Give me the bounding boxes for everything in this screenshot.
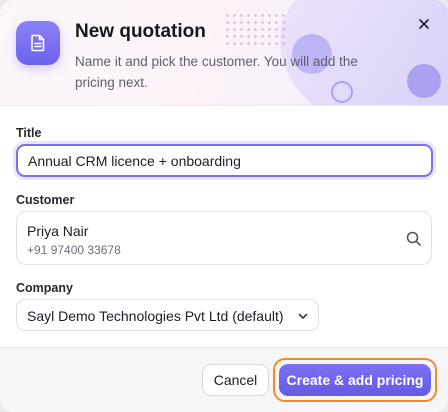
- create-and-add-pricing-button[interactable]: Create & add pricing: [279, 364, 431, 396]
- customer-phone: +91 97400 33678: [27, 243, 121, 257]
- header-decoration-dots: [224, 12, 288, 46]
- dialog-title: New quotation: [75, 21, 206, 42]
- customer-picker[interactable]: Priya Nair +91 97400 33678: [16, 211, 432, 265]
- cancel-button[interactable]: Cancel: [202, 364, 269, 396]
- dialog-subtitle: Name it and pick the customer. You will …: [75, 54, 358, 90]
- chevron-down-icon: [298, 313, 308, 319]
- title-input[interactable]: [16, 144, 433, 177]
- customer-name: Priya Nair: [27, 223, 89, 239]
- close-icon: [419, 19, 429, 29]
- title-field-label: Title: [16, 126, 42, 140]
- search-icon[interactable]: [405, 230, 423, 248]
- header-decoration-circle: [407, 64, 441, 98]
- dialog-header: New quotation Name it and pick the custo…: [0, 0, 448, 106]
- close-button[interactable]: [412, 12, 436, 36]
- company-select[interactable]: Sayl Demo Technologies Pvt Ltd (default): [16, 299, 319, 331]
- company-selected-value: Sayl Demo Technologies Pvt Ltd (default): [27, 308, 284, 324]
- new-quotation-dialog: New quotation Name it and pick the custo…: [0, 0, 448, 412]
- customer-field-label: Customer: [16, 193, 75, 207]
- company-field-label: Company: [16, 281, 73, 295]
- document-icon: [16, 21, 60, 65]
